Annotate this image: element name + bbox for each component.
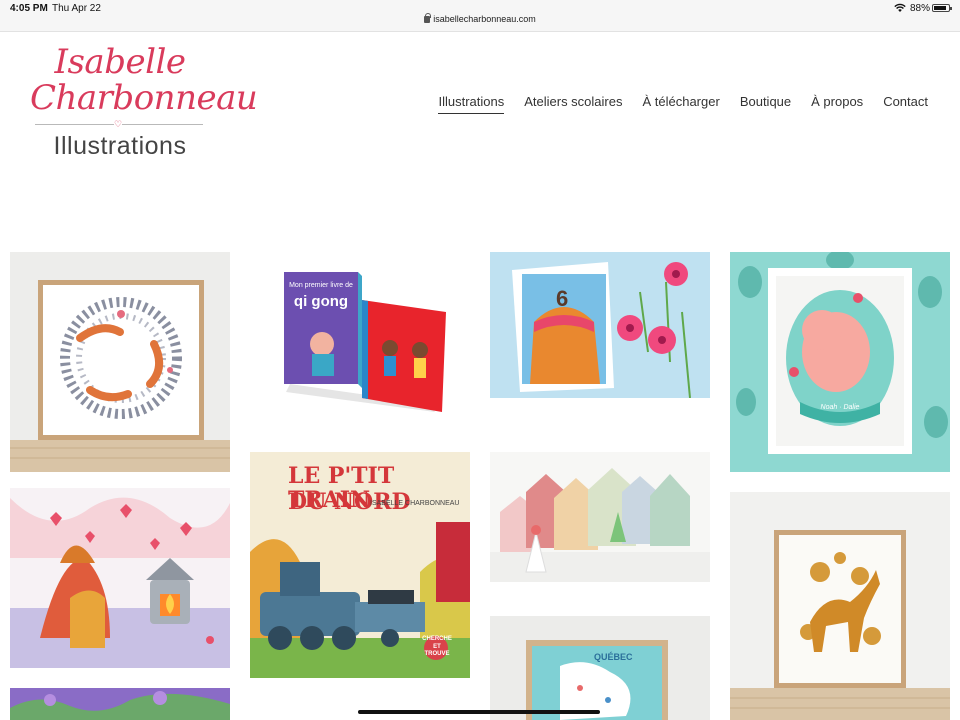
- logo-name-line2: Charbonneau: [30, 78, 258, 118]
- gallery-item-fox-wreath[interactable]: [10, 252, 230, 472]
- home-indicator[interactable]: [358, 710, 600, 714]
- train-badge-line2: ET TROUVE: [424, 644, 450, 657]
- qigong-cover-subtitle: Mon premier livre de: [289, 282, 353, 289]
- birthday-card-image: 6: [490, 252, 710, 398]
- status-bar: 4:05 PM Thu Apr 22 isabellecharbonneau.c…: [0, 0, 960, 32]
- gallery-item-ptit-train-book[interactable]: LE P'TIT TRAIN DU NORD ISABELLE CHARBONN…: [250, 452, 470, 678]
- lock-icon: [424, 13, 432, 23]
- site-logo[interactable]: Isabelle Charbonneau ♡ Illustrations: [30, 42, 258, 164]
- nav-item-ateliers[interactable]: Ateliers scolaires: [524, 94, 622, 114]
- heart-icon: ♡: [114, 119, 123, 129]
- gallery-item-quebec-map[interactable]: QUÉBEC: [490, 616, 710, 720]
- address-bar[interactable]: isabellecharbonneau.com: [0, 13, 960, 24]
- train-badge-line1: CHERCHE: [422, 636, 452, 642]
- quebec-map-image: [490, 616, 710, 720]
- logo-subtitle: Illustrations: [53, 132, 187, 160]
- nav-item-illustrations[interactable]: Illustrations: [438, 94, 505, 114]
- winter-gnome-image: [10, 488, 230, 668]
- nav-item-contact[interactable]: Contact: [883, 94, 928, 114]
- gallery-item-purple-forest[interactable]: [10, 688, 230, 720]
- status-date: Thu Apr 22: [52, 3, 101, 14]
- address-url: isabellecharbonneau.com: [433, 14, 536, 24]
- battery-percent: 88%: [909, 3, 930, 14]
- train-author: ISABELLE CHARBONNEAU: [370, 500, 460, 507]
- nav-item-boutique[interactable]: Boutique: [740, 94, 791, 114]
- fox-wreath-image: [10, 252, 230, 472]
- wifi-icon: [894, 3, 906, 12]
- purple-forest-image: [10, 688, 230, 720]
- qigong-cover-title: qi gong: [293, 293, 349, 310]
- deer-print-image: [730, 492, 950, 720]
- nav-item-a-propos[interactable]: À propos: [811, 94, 863, 114]
- gallery-item-paper-houses[interactable]: [490, 452, 710, 582]
- gallery-item-deer-print[interactable]: [730, 492, 950, 720]
- paper-houses-image: [490, 452, 710, 582]
- gallery-item-winter-gnome[interactable]: [10, 488, 230, 668]
- baby-banner-text: Noah · Dalie: [820, 404, 860, 411]
- logo-name-line1: Isabelle: [54, 42, 186, 82]
- map-title: QUÉBEC: [594, 652, 633, 662]
- qigong-book-image: [250, 252, 470, 428]
- status-time: 4:05 PM: [10, 3, 48, 14]
- battery-level: [934, 6, 946, 10]
- cake-number: 6: [556, 286, 568, 311]
- gallery-item-birthday-card[interactable]: 6: [490, 252, 710, 398]
- nav-item-telecharger[interactable]: À télécharger: [642, 94, 719, 114]
- gallery-item-qigong-book[interactable]: Mon premier livre de qi gong: [250, 252, 470, 428]
- main-nav: Illustrations Ateliers scolaires À téléc…: [438, 94, 928, 114]
- battery-icon: [932, 4, 952, 12]
- gallery-item-baby-portrait[interactable]: Noah · Dalie: [730, 252, 950, 472]
- baby-portrait-image: [730, 252, 950, 472]
